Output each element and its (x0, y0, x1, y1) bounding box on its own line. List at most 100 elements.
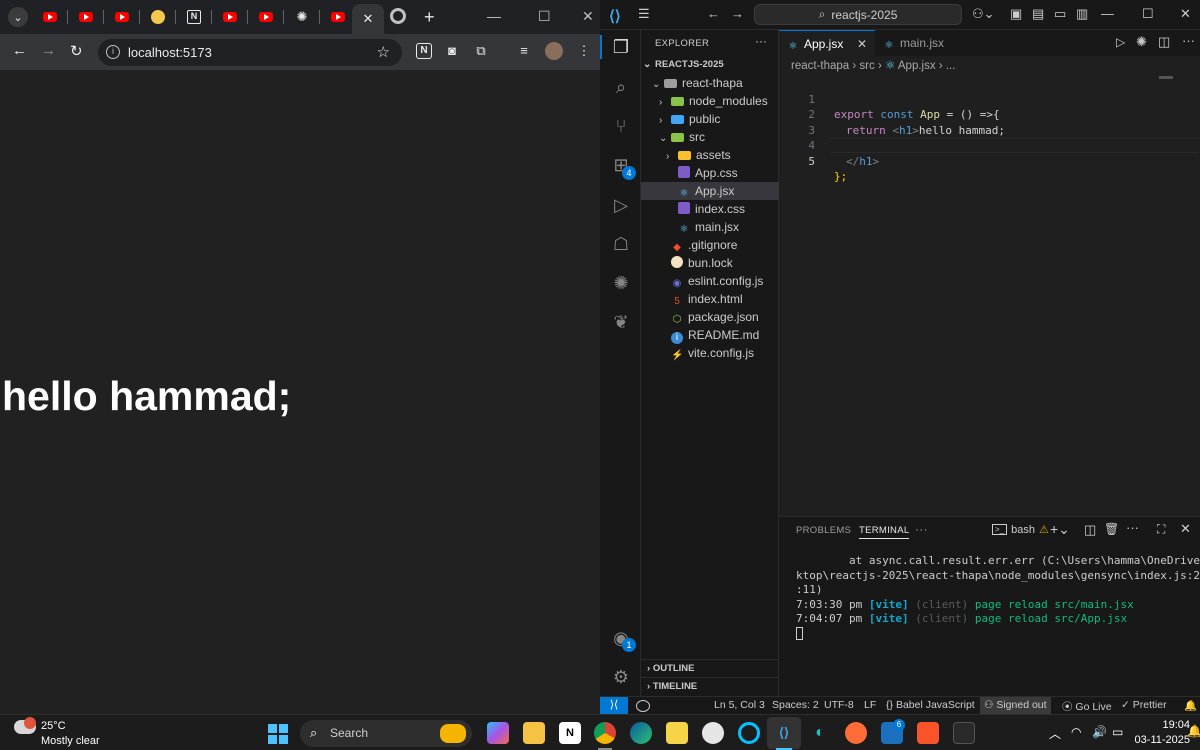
explorer-item[interactable]: App.css (641, 164, 779, 182)
go-live-button[interactable]: ⦿ Go Live (1062, 699, 1112, 714)
trash-icon[interactable]: 🗑 (1104, 522, 1119, 536)
chrome-app-icon[interactable] (594, 722, 616, 744)
toggle-secondary-sidebar-icon[interactable]: ▥ (1076, 6, 1088, 22)
new-tab-button[interactable]: + (424, 7, 435, 28)
postman-app-icon[interactable] (845, 722, 867, 744)
toggle-sidebar-icon[interactable]: ▤ (1032, 6, 1044, 22)
mongodb-icon[interactable]: ❦ (609, 310, 633, 334)
explorer-item[interactable]: ◉ eslint.config.js (641, 272, 779, 290)
browser-tab[interactable] (68, 4, 104, 30)
line-ending[interactable]: LF (864, 699, 876, 711)
taskbar-search[interactable]: ⌕ Search (300, 720, 472, 747)
maximize-button[interactable]: ☐ (1142, 6, 1154, 22)
run-debug-icon[interactable]: ▷ (609, 193, 633, 217)
remote-indicator-icon[interactable]: ⟩⟨ (600, 697, 628, 714)
camera-extension-icon[interactable]: ◙ (444, 43, 460, 59)
menu-hamburger-icon[interactable]: ☰ (638, 6, 650, 22)
prettier-status[interactable]: ✓ Prettier (1121, 699, 1167, 711)
cursor-position[interactable]: Ln 5, Col 3 (714, 699, 765, 711)
media-control-icon[interactable]: ≡ (516, 43, 532, 59)
close-window-button[interactable]: ✕ (582, 8, 594, 25)
browser-tab[interactable]: ✺ (284, 4, 320, 30)
brave-app-icon[interactable] (917, 722, 939, 744)
editor-more-icon[interactable]: ··· (1182, 33, 1195, 48)
settings-gear-icon[interactable]: ⚙ (609, 665, 633, 689)
explorer-item[interactable]: ⚛ main.jsx (641, 218, 779, 236)
bookmark-star-icon[interactable]: ☆ (377, 43, 390, 61)
status-circle-icon[interactable] (636, 700, 650, 712)
tab-app-jsx[interactable]: ⚛ App.jsx ✕ (779, 30, 875, 56)
indentation[interactable]: Spaces: 2 (772, 699, 819, 711)
browser-tab[interactable] (104, 4, 140, 30)
copilot-app-icon[interactable] (487, 722, 509, 744)
new-terminal-icon[interactable]: +⌄ (1050, 521, 1070, 538)
file-explorer-icon[interactable] (523, 722, 545, 744)
maximize-panel-icon[interactable]: ⛶ (1157, 522, 1165, 537)
close-panel-icon[interactable]: ✕ (1180, 521, 1191, 537)
browser-menu-icon[interactable]: ⋮ (576, 43, 592, 59)
remote-explorer-icon[interactable]: ☖ (609, 232, 633, 256)
sticky-notes-icon[interactable] (666, 722, 688, 744)
account-status[interactable]: ⚇ Signed out (980, 697, 1051, 714)
explorer-item[interactable]: › public (641, 110, 779, 128)
explorer-item[interactable]: ◆ .gitignore (641, 236, 779, 254)
toggle-panel-icon[interactable]: ▭ (1054, 6, 1066, 22)
notifications-icon[interactable]: 🔔 (1187, 724, 1200, 738)
extensions-puzzle-icon[interactable]: ⧉ (473, 43, 489, 59)
explorer-item[interactable]: › assets (641, 146, 779, 164)
weather-temperature[interactable]: 25°C (41, 720, 66, 732)
minimize-button[interactable]: — (487, 8, 501, 24)
minimap[interactable] (1159, 76, 1173, 79)
notion-app-icon[interactable]: N (559, 722, 581, 744)
source-control-icon[interactable]: ⑂ (609, 114, 633, 138)
explorer-item[interactable]: ⌄ react-thapa (641, 74, 779, 92)
tab-terminal[interactable]: TERMINAL (859, 525, 910, 539)
breadcrumb-item[interactable]: react-thapa (791, 60, 849, 72)
cortana-icon[interactable] (738, 722, 760, 744)
battery-icon[interactable]: ▭ (1112, 725, 1123, 739)
explorer-item[interactable]: i README.md (641, 326, 779, 344)
url-text[interactable]: localhost:5173 (128, 45, 212, 60)
edge-app-icon[interactable] (630, 722, 652, 744)
browser-tab[interactable] (32, 4, 68, 30)
explorer-item[interactable]: 5 index.html (641, 290, 779, 308)
wifi-icon[interactable]: ◠ (1071, 725, 1081, 739)
notifications-bell-icon[interactable]: 🔔 (1184, 699, 1197, 712)
language-mode[interactable]: {} Babel JavaScript (886, 699, 975, 711)
breadcrumb-item[interactable]: App.jsx (898, 60, 936, 72)
explorer-item[interactable]: bun.lock (641, 254, 779, 272)
explorer-icon[interactable]: ❐ (609, 35, 633, 59)
address-bar[interactable]: i localhost:5173 ☆ (98, 39, 402, 66)
chevron-up-icon[interactable]: ︿ (1049, 725, 1061, 742)
chatgpt-icon[interactable]: ✺ (1136, 34, 1147, 50)
run-icon[interactable]: ▷ (1116, 35, 1125, 49)
explorer-item[interactable]: › node_modules (641, 92, 779, 110)
explorer-item[interactable]: ⬡ package.json (641, 308, 779, 326)
explorer-item[interactable]: index.css (641, 200, 779, 218)
clock-time[interactable]: 19:04 (1136, 719, 1190, 731)
explorer-item[interactable]: ⚡ vite.config.js (641, 344, 779, 362)
nav-back-icon[interactable]: ← (707, 6, 720, 21)
minimize-button[interactable]: — (1101, 6, 1114, 21)
command-center-search[interactable]: ⌕ reactjs-2025 (754, 4, 962, 25)
timeline-section[interactable]: › TIMELINE (641, 677, 779, 695)
terminal-shell-selector[interactable]: >_ bash ⚠ (992, 523, 1049, 536)
breadcrumb-item[interactable]: src (859, 60, 874, 72)
windows-start-icon[interactable] (268, 724, 288, 744)
chatgpt-icon[interactable]: ✺ (609, 271, 633, 295)
terminal-cursor[interactable] (796, 627, 803, 640)
vscode-app-icon[interactable]: ⟨⟩ (773, 722, 795, 744)
close-tab-icon[interactable]: ✕ (857, 31, 867, 57)
cursor-app-icon[interactable]: ◐ (809, 722, 831, 744)
clock-date[interactable]: 03-11-2025 (1124, 734, 1190, 746)
weather-condition[interactable]: Mostly clear (41, 735, 100, 747)
outline-section[interactable]: › OUTLINE (641, 659, 779, 677)
terminal-app-icon[interactable] (953, 722, 975, 744)
profile-avatar[interactable] (545, 42, 563, 60)
split-terminal-icon[interactable]: ◫ (1084, 522, 1096, 538)
obs-app-icon[interactable] (702, 722, 724, 744)
close-tab-icon[interactable]: ✕ (363, 11, 374, 27)
tab-search-button[interactable]: ⌄ (8, 7, 28, 27)
tab-active[interactable]: ✕ (352, 4, 384, 34)
browser-tab[interactable] (140, 4, 176, 30)
